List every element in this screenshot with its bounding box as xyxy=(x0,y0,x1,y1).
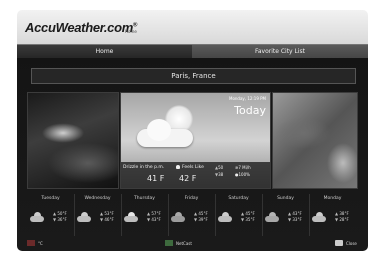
today-high: ▲50 xyxy=(215,165,224,170)
forecast-day[interactable]: Thursday ▲ 57°F ▼ 43°F xyxy=(121,194,169,236)
tab-home[interactable]: Home xyxy=(17,45,192,58)
day-temps: ▲ 57°F ▼ 43°F xyxy=(147,211,161,222)
weather-app: AccuWeather.com® Home Home Favorite City… xyxy=(17,10,368,251)
netcast-button[interactable]: NetCast xyxy=(165,240,192,246)
day-name: Saturday xyxy=(228,196,249,201)
wind-speed: ≋7 Mi/h xyxy=(235,165,251,170)
weather-photo-left xyxy=(27,92,119,189)
day-temps: ▲ 45°F ▼ 39°F xyxy=(194,211,208,222)
forecast-day[interactable]: Tuesday ▲ 50°F ▼ 36°F xyxy=(27,194,75,236)
forecast-day[interactable]: Friday ▲ 45°F ▼ 39°F xyxy=(168,194,216,236)
today-low: ▼38 xyxy=(215,172,224,177)
day-temps: ▲ 38°F ▼ 28°F xyxy=(335,211,349,222)
day-name: Friday xyxy=(184,196,199,201)
forecast-day[interactable]: Wednesday ▲ 53°F ▼ 46°F xyxy=(74,194,122,236)
partly-cloudy-icon xyxy=(30,212,44,222)
green-key-icon xyxy=(165,240,173,246)
unit-toggle-button[interactable]: °C xyxy=(27,240,43,246)
sun-cloud-icon xyxy=(124,212,138,222)
partly-cloudy-icon xyxy=(218,212,232,222)
day-name: Thursday xyxy=(134,196,155,201)
red-key-icon xyxy=(27,240,35,246)
day-name: Tuesday xyxy=(41,196,60,201)
day-name: Sunday xyxy=(277,196,294,201)
humidity: ●100% xyxy=(235,172,250,177)
accuweather-logo: AccuWeather.com® xyxy=(25,20,138,35)
partly-cloudy-icon xyxy=(77,212,91,222)
forecast-strip: Tuesday ▲ 50°F ▼ 36°F Wednesday ▲ 53°F ▼ 4… xyxy=(27,194,358,236)
day-temps: ▲ 53°F ▼ 46°F xyxy=(100,211,114,222)
day-name: Wednesday xyxy=(84,196,111,201)
current-temp: 41 F xyxy=(147,174,165,183)
day-temps: ▲ 43°F ▼ 33°F xyxy=(288,211,302,222)
logo-subtitle: Home xyxy=(125,29,137,34)
day-name: Monday xyxy=(323,196,342,201)
today-date: Monday, 12:19 PM xyxy=(229,96,266,101)
cloud-sun-icon xyxy=(137,105,197,153)
person-icon xyxy=(176,165,180,169)
tv-screen-frame: AccuWeather.com® Home Home Favorite City… xyxy=(0,0,383,259)
forecast-day[interactable]: Sunday ▲ 43°F ▼ 33°F xyxy=(262,194,310,236)
feels-like: Feels Like xyxy=(176,165,204,170)
day-temps: ▲ 45°F ▼ 35°F xyxy=(241,211,255,222)
feels-like-temp: 42 F xyxy=(179,174,197,183)
cloudy-icon xyxy=(265,212,279,222)
day-temps: ▲ 50°F ▼ 36°F xyxy=(53,211,67,222)
back-key-icon xyxy=(335,240,343,246)
partly-cloudy-icon xyxy=(312,212,326,222)
forecast-day[interactable]: Monday ▲ 38°F ▼ 28°F xyxy=(309,194,356,236)
today-conditions-bar: Drizzle in the p.m. 41 F Feels Like 42 F… xyxy=(121,162,270,188)
forecast-day[interactable]: Saturday ▲ 45°F ▼ 35°F xyxy=(215,194,263,236)
today-label: Today xyxy=(234,104,266,117)
weather-photo-right xyxy=(272,92,358,189)
today-panel: Monday, 12:19 PM Today Drizzle in the p.… xyxy=(120,92,271,189)
tab-favorite-city-list[interactable]: Favorite City List xyxy=(192,45,368,58)
city-title[interactable]: Paris, France xyxy=(31,68,356,84)
cloudy-icon xyxy=(171,212,185,222)
condition-text: Drizzle in the p.m. xyxy=(123,165,165,170)
close-button[interactable]: Close xyxy=(335,240,357,246)
